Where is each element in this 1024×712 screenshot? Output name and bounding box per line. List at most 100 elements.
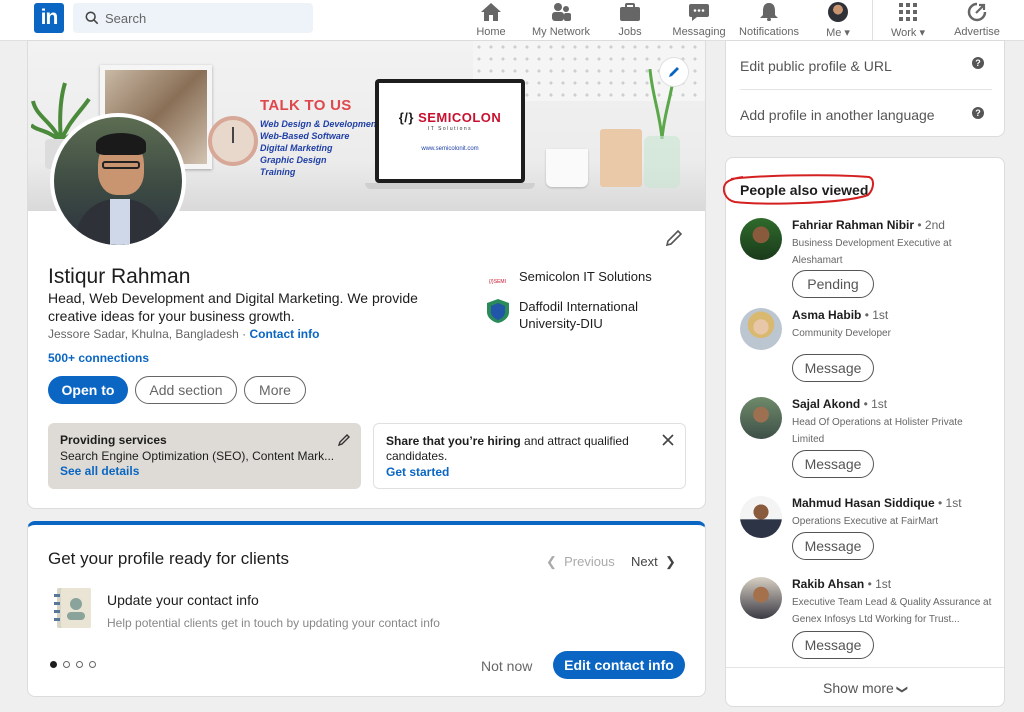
person-card: Sajal Akond • 1st Head Of Operations at … xyxy=(740,397,1000,487)
person-card: Fahriar Rahman Nibir • 2nd Business Deve… xyxy=(740,218,1000,298)
contact-info-title: Update your contact info xyxy=(107,592,259,608)
compass-icon xyxy=(967,2,987,22)
brand-logo: {/} SEMICOLON xyxy=(398,110,502,125)
contact-info-desc: Help potential clients get in touch by u… xyxy=(107,616,440,630)
nav-work[interactable]: Work ▾ xyxy=(888,0,928,40)
person-card: Mahmud Hasan Siddique • 1st Operations E… xyxy=(740,496,1000,576)
get-started-link[interactable]: Get started xyxy=(386,465,673,479)
hiring-box: Share that you’re hiring and attract qua… xyxy=(373,423,686,489)
nav-messaging[interactable]: Messaging xyxy=(672,0,726,40)
cover-services-list: Web Design & Development Web-Based Softw… xyxy=(260,119,380,177)
search-icon xyxy=(85,11,99,25)
show-more-button[interactable]: Show more ❯ xyxy=(726,680,1004,696)
chevron-down-icon: ▾ xyxy=(919,27,926,39)
chevron-down-icon: ❯ xyxy=(895,684,908,695)
company-logo-icon: {/}SEMI xyxy=(488,279,508,285)
nav-advertise[interactable]: Advertise xyxy=(953,0,1001,40)
edit-contact-info-button[interactable]: Edit contact info xyxy=(553,651,685,679)
connections-link[interactable]: 500+ connections xyxy=(48,351,149,365)
not-now-button[interactable]: Not now xyxy=(481,658,532,674)
edit-intro-pencil-icon[interactable] xyxy=(664,228,684,248)
pending-button[interactable]: Pending xyxy=(792,270,874,298)
grid-icon xyxy=(899,3,917,21)
nav-divider xyxy=(872,0,873,40)
message-button[interactable]: Message xyxy=(792,450,874,478)
pencil-icon xyxy=(669,67,679,77)
pencil-icon[interactable] xyxy=(337,433,351,447)
laptop-decoration: {/} SEMICOLON IT Solutions www.semicolon… xyxy=(375,79,525,183)
profile-avatar[interactable] xyxy=(50,113,186,249)
home-icon xyxy=(481,3,501,21)
person-name[interactable]: Asma Habib • 1st xyxy=(792,308,888,322)
search-input[interactable] xyxy=(105,9,295,27)
person-name[interactable]: Sajal Akond • 1st xyxy=(792,397,887,411)
providing-services-box[interactable]: Providing services Search Engine Optimiz… xyxy=(48,423,361,489)
add-section-button[interactable]: Add section xyxy=(135,376,237,404)
svg-text:{/}SEMI: {/}SEMI xyxy=(489,279,506,285)
person-avatar[interactable] xyxy=(740,496,782,538)
linkedin-logo[interactable]: in xyxy=(34,3,64,33)
profile-headline: Head, Web Development and Digital Market… xyxy=(48,290,418,324)
mug-decoration xyxy=(546,149,588,187)
network-icon xyxy=(552,3,571,21)
people-also-viewed-card: People also viewed Fahriar Rahman Nibir … xyxy=(723,157,1005,707)
person-headline: Operations Executive at FairMart xyxy=(792,516,939,527)
profile-card: TALK TO US Web Design & Development Web-… xyxy=(27,40,706,509)
message-button[interactable]: Message xyxy=(792,631,874,659)
add-language-profile-link[interactable]: Add profile in another language xyxy=(740,107,935,123)
person-avatar[interactable] xyxy=(740,397,782,439)
contact-info-link[interactable]: Contact info xyxy=(249,327,319,341)
person-headline: Head Of Operations at Holister Private L… xyxy=(792,417,963,445)
org-current-company[interactable]: {/}SEMI Semicolon IT Solutions xyxy=(485,268,652,294)
person-name[interactable]: Fahriar Rahman Nibir • 2nd xyxy=(792,218,945,232)
profile-location: Jessore Sadar, Khulna, Bangladesh · Cont… xyxy=(48,327,320,341)
chevron-left-icon: ❮ xyxy=(546,554,557,569)
card-title: Get your profile ready for clients xyxy=(48,549,289,568)
more-button[interactable]: More xyxy=(244,376,306,404)
carousel-dot[interactable] xyxy=(76,661,83,668)
carousel-dot[interactable] xyxy=(50,661,57,668)
clock-decoration xyxy=(208,116,258,166)
nav-me[interactable]: Me ▾ xyxy=(822,0,854,40)
carousel-dot[interactable] xyxy=(63,661,70,668)
close-icon[interactable] xyxy=(661,433,675,447)
nav-my-network[interactable]: My Network xyxy=(531,0,591,40)
person-avatar[interactable] xyxy=(740,308,782,350)
top-nav: in Home My Network Jobs Messaging Notifi… xyxy=(0,0,1024,41)
see-all-details-link[interactable]: See all details xyxy=(60,464,349,478)
profile-ready-card: Get your profile ready for clients ❮ Pre… xyxy=(27,521,706,697)
chat-icon xyxy=(689,4,709,21)
person-name[interactable]: Mahmud Hasan Siddique • 1st xyxy=(792,496,962,510)
edit-cover-button[interactable] xyxy=(660,58,688,86)
person-headline: Business Development Executive at Alesha… xyxy=(792,238,952,266)
help-icon[interactable]: ? xyxy=(972,107,984,119)
person-avatar[interactable] xyxy=(740,218,782,260)
university-logo-icon xyxy=(487,299,509,323)
chevron-down-icon: ▾ xyxy=(844,27,850,39)
nav-notifications[interactable]: Notifications xyxy=(739,0,799,40)
open-to-button[interactable]: Open to xyxy=(48,376,128,404)
avatar-icon xyxy=(828,2,848,22)
search-box[interactable] xyxy=(73,3,313,33)
person-card: Asma Habib • 1st Community Developer Mes… xyxy=(740,308,1000,388)
pencil-cup-decoration xyxy=(600,129,642,187)
briefcase-icon xyxy=(620,3,640,21)
profile-settings-card: Edit public profile & URL ? Add profile … xyxy=(725,40,1005,137)
person-headline: Community Developer xyxy=(792,328,891,339)
help-icon[interactable]: ? xyxy=(972,57,984,69)
profile-name: Istiqur Rahman xyxy=(48,265,191,288)
message-button[interactable]: Message xyxy=(792,532,874,560)
person-avatar[interactable] xyxy=(740,577,782,619)
org-education[interactable]: Daffodil International University-DIU xyxy=(485,298,654,332)
chevron-right-icon: ❯ xyxy=(664,554,676,569)
nav-jobs[interactable]: Jobs xyxy=(617,0,643,40)
next-button[interactable]: Next ❯ xyxy=(631,554,676,570)
edit-public-profile-link[interactable]: Edit public profile & URL xyxy=(740,58,892,74)
carousel-dot[interactable] xyxy=(89,661,96,668)
nav-home[interactable]: Home xyxy=(475,0,507,40)
person-name[interactable]: Rakib Ahsan • 1st xyxy=(792,577,891,591)
person-headline: Executive Team Lead & Quality Assurance … xyxy=(792,597,992,625)
message-button[interactable]: Message xyxy=(792,354,874,382)
previous-button[interactable]: ❮ Previous xyxy=(546,554,615,570)
carousel-dots xyxy=(50,661,96,668)
